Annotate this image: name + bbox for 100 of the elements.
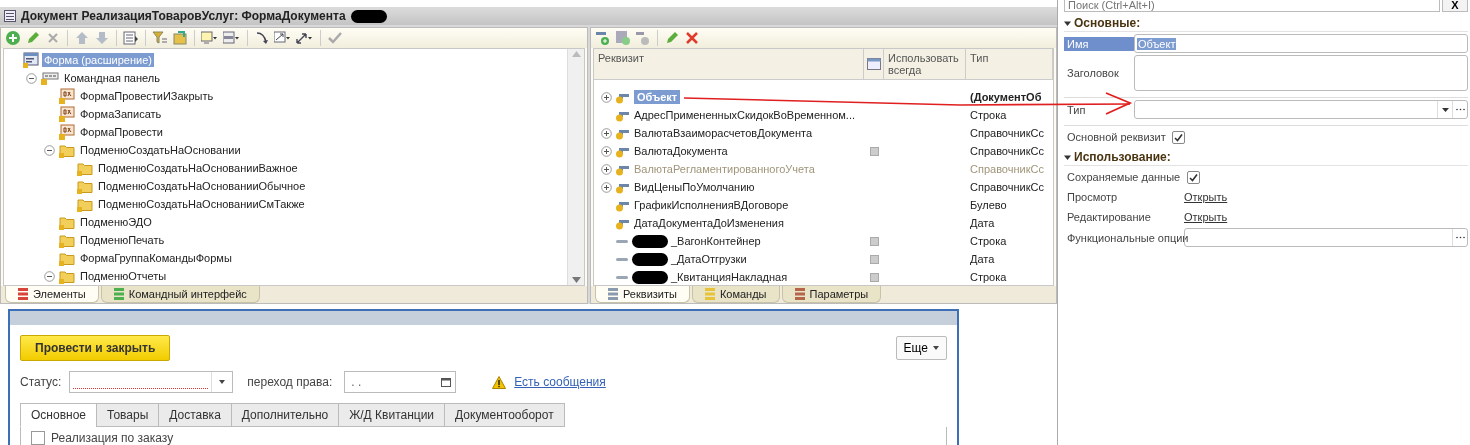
tree-item[interactable]: ПодменюСоздатьНаОснованииВажное bbox=[96, 161, 300, 175]
folder-icon bbox=[77, 178, 93, 194]
form-tab[interactable]: Основное bbox=[20, 403, 96, 427]
curved-arrow-icon[interactable] bbox=[254, 30, 270, 46]
more-icon bbox=[1455, 108, 1465, 111]
form-tab[interactable]: Товары bbox=[96, 403, 159, 427]
property-label: Сохраняемые данные bbox=[1066, 170, 1182, 184]
column-header[interactable]: Тип bbox=[966, 49, 1053, 79]
type-cell-text: СправочникСс bbox=[969, 145, 1045, 157]
type-cell-text: Строка bbox=[969, 235, 1008, 247]
date-field[interactable]: . . bbox=[344, 371, 457, 393]
tree-item[interactable]: ПодменюСоздатьНаОсновании bbox=[78, 143, 243, 157]
form-tab[interactable]: Ж/Д Квитанции bbox=[338, 403, 445, 427]
add-attribute-icon[interactable] bbox=[595, 30, 611, 46]
type-cell-text: Булево bbox=[969, 199, 1008, 211]
section-title[interactable]: Использование: bbox=[1074, 150, 1171, 164]
add-table-icon[interactable] bbox=[615, 30, 631, 46]
tree-item[interactable]: ФормаГруппаКомандыФормы bbox=[78, 251, 234, 265]
checkbox[interactable] bbox=[1187, 170, 1200, 184]
property-label: Редактирование bbox=[1066, 210, 1152, 224]
diagonal-arrows-icon[interactable] bbox=[296, 30, 314, 46]
panel-tab[interactable]: Элементы bbox=[5, 286, 99, 303]
filter-icon[interactable] bbox=[152, 30, 168, 46]
calendar-icon bbox=[441, 377, 452, 387]
form-icon bbox=[4, 10, 16, 22]
property-label: Заголовок bbox=[1066, 66, 1120, 80]
ok-icon bbox=[59, 124, 75, 140]
more-button[interactable]: Еще bbox=[895, 336, 947, 360]
tree-item[interactable]: ПодменюСоздатьНаОснованииСмТакже bbox=[96, 197, 307, 211]
caret-icon bbox=[1064, 19, 1071, 27]
tree-item[interactable]: ФормаЗаписать bbox=[78, 107, 164, 121]
open-link[interactable]: Открыть bbox=[1184, 191, 1228, 203]
attribute-name[interactable]: _ВагонКонтейнер bbox=[671, 235, 761, 247]
close-button[interactable]: X bbox=[1442, 0, 1468, 12]
messages-link[interactable]: Есть сообщения bbox=[514, 375, 606, 389]
caret-icon bbox=[1441, 107, 1449, 112]
delete-icon[interactable] bbox=[684, 30, 700, 46]
monitor-icon[interactable] bbox=[201, 30, 219, 46]
panel-tab[interactable]: Реквизиты bbox=[595, 286, 690, 303]
open-link[interactable]: Открыть bbox=[1184, 211, 1228, 223]
scrollbar[interactable] bbox=[567, 49, 584, 285]
resize-icon[interactable] bbox=[274, 30, 292, 46]
column-header[interactable]: Реквизит bbox=[594, 49, 864, 79]
expand-icon bbox=[600, 91, 612, 103]
panel-icon[interactable] bbox=[223, 30, 241, 46]
attribute-name[interactable]: _КвитанцияНакладная bbox=[671, 271, 788, 283]
tree-item[interactable]: Командная панель bbox=[62, 71, 162, 85]
tree-item[interactable]: ПодменюСоздатьНаОснованииОбычное bbox=[96, 179, 308, 193]
tree-item[interactable]: ПодменюПечать bbox=[78, 233, 167, 247]
tree-item[interactable]: ФормаПровестиИЗакрыть bbox=[78, 89, 216, 103]
panel-tab[interactable]: Параметры bbox=[781, 286, 882, 303]
pencil-icon[interactable] bbox=[25, 30, 41, 46]
form-tab[interactable]: Дополнительно bbox=[230, 403, 339, 427]
check-icon bbox=[1173, 132, 1183, 142]
tree-item[interactable]: ПодменюОтчеты bbox=[78, 269, 169, 283]
property-label: Просмотр bbox=[1066, 190, 1119, 204]
check-icon[interactable] bbox=[327, 30, 343, 46]
pencil-icon[interactable] bbox=[664, 30, 680, 46]
post-and-close-button[interactable]: Провести и закрыть bbox=[20, 335, 171, 361]
form-tab[interactable]: Доставка bbox=[158, 403, 231, 427]
attribute-name[interactable]: ГрафикИсполненияВДоговоре bbox=[634, 199, 789, 211]
checkbox[interactable] bbox=[31, 431, 45, 445]
form-tab[interactable]: Документооборот bbox=[444, 403, 565, 427]
add-icon[interactable] bbox=[5, 30, 21, 46]
search-field[interactable]: Поиск (Ctrl+Alt+I) bbox=[1064, 0, 1440, 12]
type-cell-text: (ДокументОб bbox=[969, 91, 1043, 103]
expand-icon bbox=[600, 145, 612, 157]
move-icon[interactable] bbox=[172, 30, 188, 46]
type-field[interactable] bbox=[1134, 100, 1468, 119]
folder-icon bbox=[59, 268, 75, 284]
attribute-name[interactable]: АдресПримененныхСкидокВоВременном... bbox=[634, 109, 856, 121]
checkbox[interactable] bbox=[1171, 130, 1185, 144]
column-header[interactable]: Использовать всегда bbox=[884, 49, 966, 79]
tree-item[interactable]: ПодменюЭДО bbox=[78, 215, 154, 229]
list-icon[interactable] bbox=[123, 30, 139, 46]
folder-icon bbox=[77, 196, 93, 212]
panel-tab[interactable]: Команды bbox=[691, 286, 780, 303]
property-label: Имя bbox=[1064, 36, 1134, 51]
attribute-name[interactable]: _ДатаОтгрузки bbox=[671, 253, 747, 265]
status-field[interactable] bbox=[69, 371, 234, 393]
tree-item[interactable]: ФормаПровести bbox=[78, 125, 165, 139]
section-title[interactable]: Основные: bbox=[1074, 16, 1141, 30]
property-label: Тип bbox=[1066, 102, 1087, 117]
up-caret-icon bbox=[571, 51, 581, 57]
check-icon bbox=[1189, 172, 1198, 182]
warning-icon bbox=[492, 375, 507, 389]
title-field[interactable] bbox=[1134, 55, 1468, 91]
transfer-label: переход права: bbox=[247, 375, 333, 389]
attribute-name[interactable]: ВалютаДокумента bbox=[634, 145, 728, 157]
folder-icon bbox=[59, 214, 75, 230]
attribute-name[interactable]: ДатаДокументаДоИзменения bbox=[634, 217, 784, 229]
add-column-icon[interactable] bbox=[635, 30, 651, 46]
panel-tab[interactable]: Командный интерфейс bbox=[100, 286, 260, 303]
folder-icon bbox=[59, 142, 75, 158]
attribute-name[interactable]: ВидЦеныПоУмолчанию bbox=[634, 181, 755, 193]
ok-icon bbox=[59, 88, 75, 104]
down-arrow-icon[interactable] bbox=[94, 30, 110, 46]
expand-icon bbox=[600, 181, 612, 193]
up-arrow-icon[interactable] bbox=[74, 30, 90, 46]
attribute-name[interactable]: ВалютаВзаиморасчетовДокумента bbox=[634, 127, 812, 139]
